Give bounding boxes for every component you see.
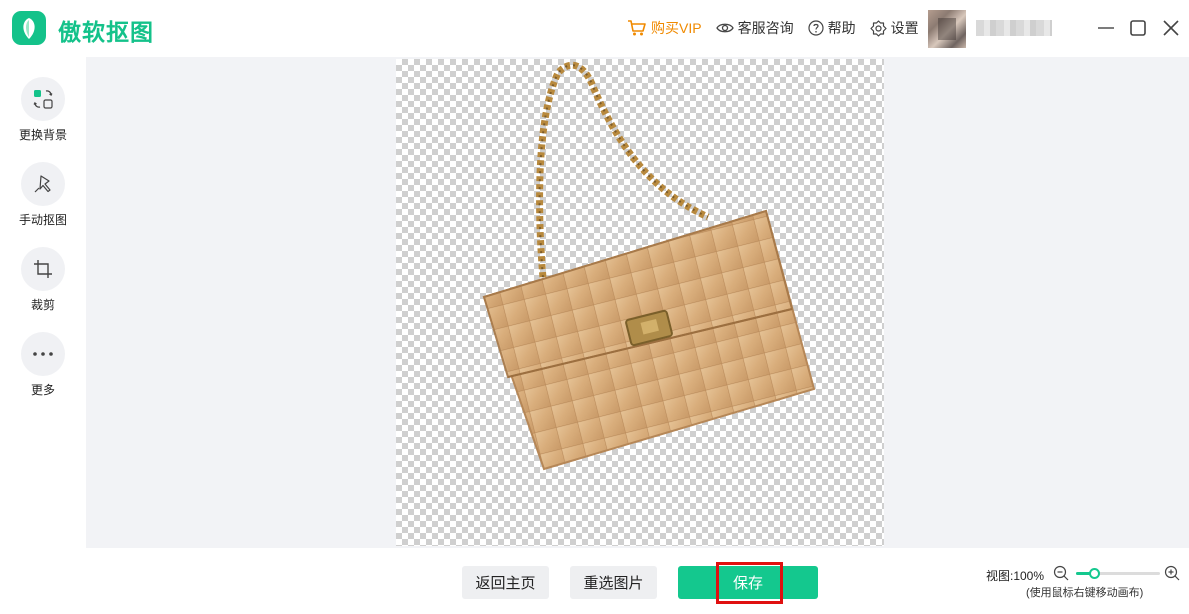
sidebar-item-more[interactable]: 更多	[0, 332, 86, 398]
change-background-icon	[21, 77, 65, 121]
zoom-in-icon[interactable]	[1164, 565, 1180, 581]
buy-vip-label: 购买VIP	[651, 20, 702, 36]
cutout-image[interactable]	[396, 59, 884, 546]
help-label: 帮助	[827, 20, 856, 36]
settings-button[interactable]: 设置	[869, 18, 919, 38]
maximize-icon	[1130, 20, 1146, 36]
save-button-highlight	[716, 562, 783, 604]
back-home-button[interactable]: 返回主页	[462, 566, 549, 599]
reselect-image-button[interactable]: 重选图片	[570, 566, 657, 599]
manual-cutout-icon	[21, 162, 65, 206]
editor-canvas[interactable]	[86, 57, 1189, 548]
sidebar-item-label: 裁剪	[30, 298, 55, 312]
top-actions: 购买VIP 客服咨询 帮助 设置	[627, 17, 933, 39]
more-icon	[21, 332, 65, 376]
bottom-toolbar: 返回主页 重选图片 保存 视图:100% (使用鼠标右键移动画布)	[86, 548, 1189, 614]
zoom-level-label: 视图:100%	[986, 569, 1045, 583]
eye-icon	[715, 23, 734, 33]
customer-service-label: 客服咨询	[737, 20, 794, 36]
cart-icon	[628, 20, 646, 36]
title-bar: 傲软抠图 购买VIP 客服咨询 帮助 设置	[0, 0, 1189, 57]
zoom-slider-handle[interactable]	[1089, 568, 1100, 579]
gear-icon	[869, 19, 887, 37]
sidebar-item-label: 手动抠图	[18, 213, 67, 227]
settings-label: 设置	[890, 20, 919, 36]
sidebar-item-manual-cutout[interactable]: 手动抠图	[0, 162, 86, 228]
app-title: 傲软抠图	[58, 19, 154, 45]
help-button[interactable]: 帮助	[807, 18, 856, 38]
close-icon	[1163, 20, 1179, 36]
app-window: 傲软抠图 购买VIP 客服咨询 帮助 设置 更换背景 手动抠图 裁剪 更多 返回…	[0, 0, 1189, 614]
minimize-button[interactable]	[1094, 16, 1118, 40]
zoom-out-icon[interactable]	[1053, 565, 1069, 581]
zoom-hint: (使用鼠标右键移动画布)	[1026, 587, 1144, 599]
crop-icon	[21, 247, 65, 291]
sidebar-item-label: 更换背景	[18, 128, 67, 142]
maximize-button[interactable]	[1126, 16, 1150, 40]
minimize-icon	[1098, 27, 1114, 29]
help-icon	[807, 20, 824, 36]
sidebar-item-change-background[interactable]: 更换背景	[0, 77, 86, 143]
buy-vip-button[interactable]: 购买VIP	[627, 18, 702, 38]
user-avatar[interactable]	[928, 10, 966, 48]
tool-sidebar: 更换背景 手动抠图 裁剪 更多	[0, 57, 86, 614]
sidebar-item-label: 更多	[30, 383, 55, 397]
sidebar-item-crop[interactable]: 裁剪	[0, 247, 86, 313]
user-name-blurred[interactable]	[976, 20, 1052, 36]
customer-service-button[interactable]: 客服咨询	[715, 18, 794, 38]
handbag-image	[482, 61, 816, 471]
close-button[interactable]	[1159, 16, 1183, 40]
app-logo-icon	[12, 11, 46, 45]
